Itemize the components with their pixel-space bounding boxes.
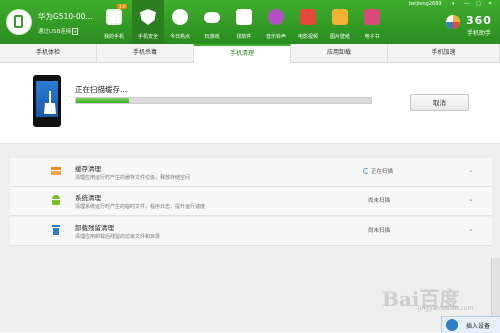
device-name[interactable]: 华为G510-00... xyxy=(38,11,93,22)
tab-phone-checkup[interactable]: 手机体检 xyxy=(0,44,97,62)
video-icon xyxy=(300,9,316,25)
insert-device-popup[interactable]: 插入设备 xyxy=(441,316,500,333)
item-title: 缓存清理 xyxy=(75,165,101,173)
phone-screen xyxy=(36,81,58,117)
new-badge: 1.0 xyxy=(117,4,128,9)
popup-text: 插入设备 xyxy=(466,323,491,330)
item-description: 清理应用运行时产生的缓存文件垃圾，释放存储空间 xyxy=(75,175,191,181)
connection-label: 通过USB连接 xyxy=(38,29,72,35)
logo-subtitle: 手机助手 xyxy=(467,30,492,37)
chevron-down-icon[interactable]: ⌄ xyxy=(468,166,474,174)
connection-dropdown-icon[interactable]: ▾ xyxy=(72,28,79,35)
baidu-watermark: Bai百度 jingyan.baidu.com xyxy=(382,283,474,317)
progress-fill xyxy=(76,98,130,103)
software-icon xyxy=(236,9,252,25)
item-title: 卸载残留清理 xyxy=(75,224,114,232)
tab-accelerate[interactable]: 手机加速 xyxy=(388,44,500,62)
shield-icon xyxy=(140,9,156,25)
tab-bar: 手机体检 手机杀毒 手机清理 应用卸载 手机加速 xyxy=(0,44,500,63)
item-description: 清理系统运行时产生的临时文件，程序日志，提升运行速度 xyxy=(75,204,206,210)
watermark-brand-latin: Bai xyxy=(382,287,420,311)
cancel-button[interactable]: 取消 xyxy=(410,94,469,111)
item-status: 尚未扫描 xyxy=(368,198,391,204)
device-popup-icon xyxy=(446,319,458,331)
phone-illustration xyxy=(33,75,61,127)
item-status: 正在扫描 xyxy=(363,167,393,175)
gamepad-icon xyxy=(204,12,220,23)
ebook-icon xyxy=(364,9,380,25)
trash-icon xyxy=(52,225,60,235)
cache-clean-icon xyxy=(51,167,61,175)
item-status: 尚未扫描 xyxy=(368,228,391,234)
close-icon[interactable]: ✕ xyxy=(488,1,492,7)
item-title: 系统清理 xyxy=(75,194,101,202)
scan-panel: 正在扫描缓存... 取消 xyxy=(0,63,500,144)
loading-spinner-icon xyxy=(363,168,369,174)
device-phone-icon[interactable] xyxy=(6,9,32,35)
clean-item-uninstall-residue[interactable]: 卸载残留清理 清理应用卸载后残留的垃圾文件和目录 尚未扫描 ⌄ xyxy=(10,217,492,246)
top-bar: 华为G510-00... 通过USB连接 ▾ 1.0 我的手机 手机安全 今日热点… xyxy=(0,0,500,44)
nav-label: 电子书 xyxy=(364,34,380,40)
tab-antivirus[interactable]: 手机杀毒 xyxy=(97,44,194,62)
broom-icon xyxy=(44,91,56,114)
chevron-down-icon[interactable]: ⌄ xyxy=(468,225,474,233)
my-phone-icon xyxy=(106,9,122,25)
menu-icon[interactable]: ▾ xyxy=(452,1,455,7)
maximize-icon[interactable]: □ xyxy=(476,1,481,7)
device-connection[interactable]: 通过USB连接 ▾ xyxy=(38,27,79,35)
android-icon xyxy=(52,195,60,205)
username[interactable]: beijieng2689 xyxy=(409,1,442,7)
status-text: 正在扫描 xyxy=(371,169,394,175)
360-logo-icon xyxy=(446,15,460,29)
watermark-sub: jingyan.baidu.com xyxy=(418,305,474,312)
logo-text: 360 xyxy=(466,14,492,27)
minimize-icon[interactable]: — xyxy=(464,1,469,7)
tab-uninstall[interactable]: 应用卸载 xyxy=(291,44,388,62)
hot-news-icon xyxy=(172,9,188,25)
nav-ebook[interactable]: 电子书 xyxy=(356,0,388,44)
scrollbar[interactable] xyxy=(491,258,500,316)
scan-status-text: 正在扫描缓存... xyxy=(75,85,128,94)
clean-item-system[interactable]: 系统清理 清理系统运行时产生的临时文件，程序日志，提升运行速度 尚未扫描 ⌄ xyxy=(10,187,492,216)
music-icon xyxy=(268,9,284,25)
wallpaper-icon xyxy=(332,9,348,25)
clean-item-cache[interactable]: 缓存清理 清理应用运行时产生的缓存文件垃圾，释放存储空间 正在扫描 ⌄ xyxy=(10,158,492,187)
item-description: 清理应用卸载后残留的垃圾文件和目录 xyxy=(75,234,161,240)
chevron-down-icon[interactable]: ⌄ xyxy=(468,195,474,203)
scan-progress-bar xyxy=(75,97,372,104)
tab-phone-clean[interactable]: 手机清理 xyxy=(194,44,291,63)
